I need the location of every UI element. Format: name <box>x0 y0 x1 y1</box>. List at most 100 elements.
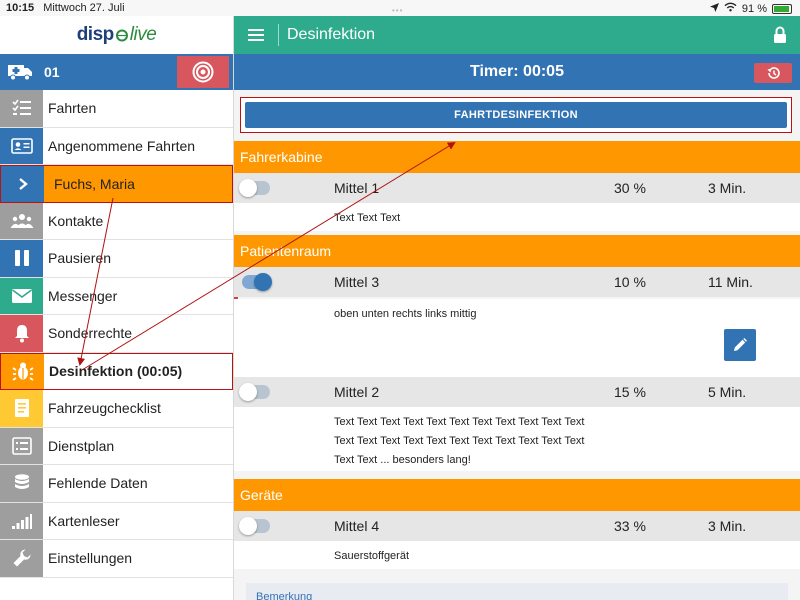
item-name: Mittel 2 <box>334 384 380 400</box>
sidebar-item-einstellungen[interactable]: Einstellungen <box>0 540 233 578</box>
section-header-patientenraum: Patientenraum <box>234 235 800 267</box>
sidebar-item-fuchs-maria[interactable]: Fuchs, Maria <box>0 165 233 203</box>
logo-part-disp: disp <box>76 24 115 45</box>
item-percent: 10 % <box>614 274 646 290</box>
lock-button[interactable] <box>760 26 800 44</box>
desinfektion-timer: (00:05) <box>137 363 183 380</box>
document-icon <box>0 390 43 427</box>
battery-icon <box>772 3 792 14</box>
item-row-mittel-2: Mittel 2 15 % 5 Min. <box>234 377 800 407</box>
menu-button[interactable] <box>234 28 278 42</box>
item-toggle[interactable] <box>239 179 270 197</box>
sidebar-item-label: Kontakte <box>48 212 104 229</box>
status-date: Mittwoch 27. Juli <box>43 2 125 14</box>
wifi-icon <box>724 2 737 15</box>
broadcast-icon <box>192 61 214 83</box>
section-header-fahrerkabine: Fahrerkabine <box>234 141 800 173</box>
battery-percent: 91 % <box>741 2 767 15</box>
sidebar-item-kartenleser[interactable]: Kartenleser <box>0 502 233 540</box>
sidebar-item-label: Kartenleser <box>48 512 120 529</box>
main-panel: Desinfektion Timer: 00:05 FAHRTDESINFEKT… <box>234 16 800 600</box>
checklist-icon <box>0 90 43 127</box>
pause-icon <box>0 240 43 277</box>
item-toggle[interactable] <box>239 517 270 535</box>
item-row-mittel-4: Mittel 4 33 % 3 Min. <box>234 511 800 541</box>
description-line: Text Text ... besonders lang! <box>334 454 471 466</box>
item-duration: 5 Min. <box>708 384 747 400</box>
edit-button[interactable] <box>724 329 756 361</box>
wrench-icon <box>0 540 43 577</box>
sidebar-item-label: Fahrten <box>48 100 97 117</box>
item-duration: 3 Min. <box>708 518 747 534</box>
logo-part-live: live <box>129 24 157 45</box>
item-row-mittel-3: Mittel 3 10 % 11 Min. <box>234 267 800 297</box>
item-duration: 11 Min. <box>708 274 753 290</box>
sidebar-item-dienstplan[interactable]: Dienstplan <box>0 427 233 465</box>
signal-bars-icon <box>0 502 43 539</box>
mail-icon <box>0 277 43 314</box>
desinfektion-label: Desinfektion <box>49 363 134 380</box>
item-percent: 30 % <box>614 180 646 196</box>
people-icon <box>0 202 43 239</box>
pencil-icon <box>734 338 747 351</box>
vehicle-bar: 01 <box>0 54 233 90</box>
item-toggle[interactable] <box>239 383 270 401</box>
sidebar-item-label: Pausieren <box>48 250 112 267</box>
sidebar-item-label: Fuchs, Maria <box>54 175 135 192</box>
fahrtdesinfektion-button[interactable]: FAHRTDESINFEKTION <box>245 102 787 128</box>
sidebar-item-sonderrechte[interactable]: Sonderrechte <box>0 315 233 353</box>
highlight-frame: FAHRTDESINFEKTION <box>240 97 792 133</box>
sidebar-item-desinfektion[interactable]: Desinfektion (00:05) <box>0 352 233 390</box>
sidebar-item-label: Sonderrechte <box>48 325 133 342</box>
sidebar-item-label: Desinfektion (00:05) <box>44 354 232 390</box>
description-line: oben unten rechts links mittig <box>334 308 477 320</box>
status-time: 10:15 <box>6 2 35 14</box>
description-line: Text Text Text Text Text Text Text Text … <box>334 435 585 447</box>
sidebar-item-label: Fehlende Daten <box>48 475 148 492</box>
sidebar-item-pausieren[interactable]: Pausieren <box>0 240 233 278</box>
multitask-dots-icon[interactable]: ••• <box>392 6 403 15</box>
sidebar-item-fehlende-daten[interactable]: Fehlende Daten <box>0 465 233 503</box>
id-card-icon <box>0 127 43 164</box>
hamburger-icon <box>248 29 264 41</box>
sidebar-item-label: Dienstplan <box>48 437 115 454</box>
item-name: Mittel 4 <box>334 518 380 534</box>
description-line: Text Text Text <box>334 212 401 224</box>
status-right: 91 % <box>709 2 792 15</box>
item-percent: 33 % <box>614 518 646 534</box>
item-name: Mittel 3 <box>334 274 380 290</box>
sidebar-item-angenommene-fahrten[interactable]: Angenommene Fahrten <box>0 127 233 165</box>
broadcast-button[interactable] <box>177 56 229 88</box>
sidebar-item-messenger[interactable]: Messenger <box>0 277 233 315</box>
status-bar: 10:15 Mittwoch 27. Juli ••• 91 % <box>0 0 800 16</box>
database-icon <box>0 465 43 502</box>
app-logo: disp live <box>0 16 233 54</box>
list-icon <box>0 427 43 464</box>
lock-icon <box>774 26 786 43</box>
sidebar-item-fahrten[interactable]: Fahrten <box>0 90 233 128</box>
notes-field[interactable]: Bemerkung <box>246 583 788 600</box>
history-icon <box>767 67 780 79</box>
sidebar-item-label: Einstellungen <box>48 550 133 567</box>
top-bar: Desinfektion <box>234 16 800 54</box>
ambulance-icon <box>0 54 40 90</box>
vehicle-number: 01 <box>44 64 60 80</box>
item-name: Mittel 1 <box>334 180 380 196</box>
sidebar-item-kontakte[interactable]: Kontakte <box>0 202 233 240</box>
item-description: Text Text Text Text Text Text Text Text … <box>234 407 800 471</box>
bell-icon <box>0 315 43 352</box>
sidebar: disp live 01 Fahrten Angenommene Fahrten… <box>0 16 234 600</box>
item-description: Sauerstoffgerät <box>234 541 800 569</box>
location-icon <box>709 2 719 15</box>
description-line: Text Text Text Text Text Text Text Text … <box>334 416 585 428</box>
reset-timer-button[interactable] <box>754 63 792 83</box>
item-duration: 3 Min. <box>708 180 747 196</box>
section-header-geraete: Geräte <box>234 479 800 511</box>
page-title: Desinfektion <box>287 26 376 43</box>
item-toggle[interactable] <box>242 273 272 291</box>
status-left: 10:15 Mittwoch 27. Juli <box>6 2 125 14</box>
item-description: oben unten rechts links mittig <box>234 299 800 377</box>
notes-label: Bemerkung <box>256 591 313 600</box>
description-line: Sauerstoffgerät <box>334 550 410 562</box>
sidebar-item-fahrzeugchecklist[interactable]: Fahrzeugchecklist <box>0 390 233 428</box>
